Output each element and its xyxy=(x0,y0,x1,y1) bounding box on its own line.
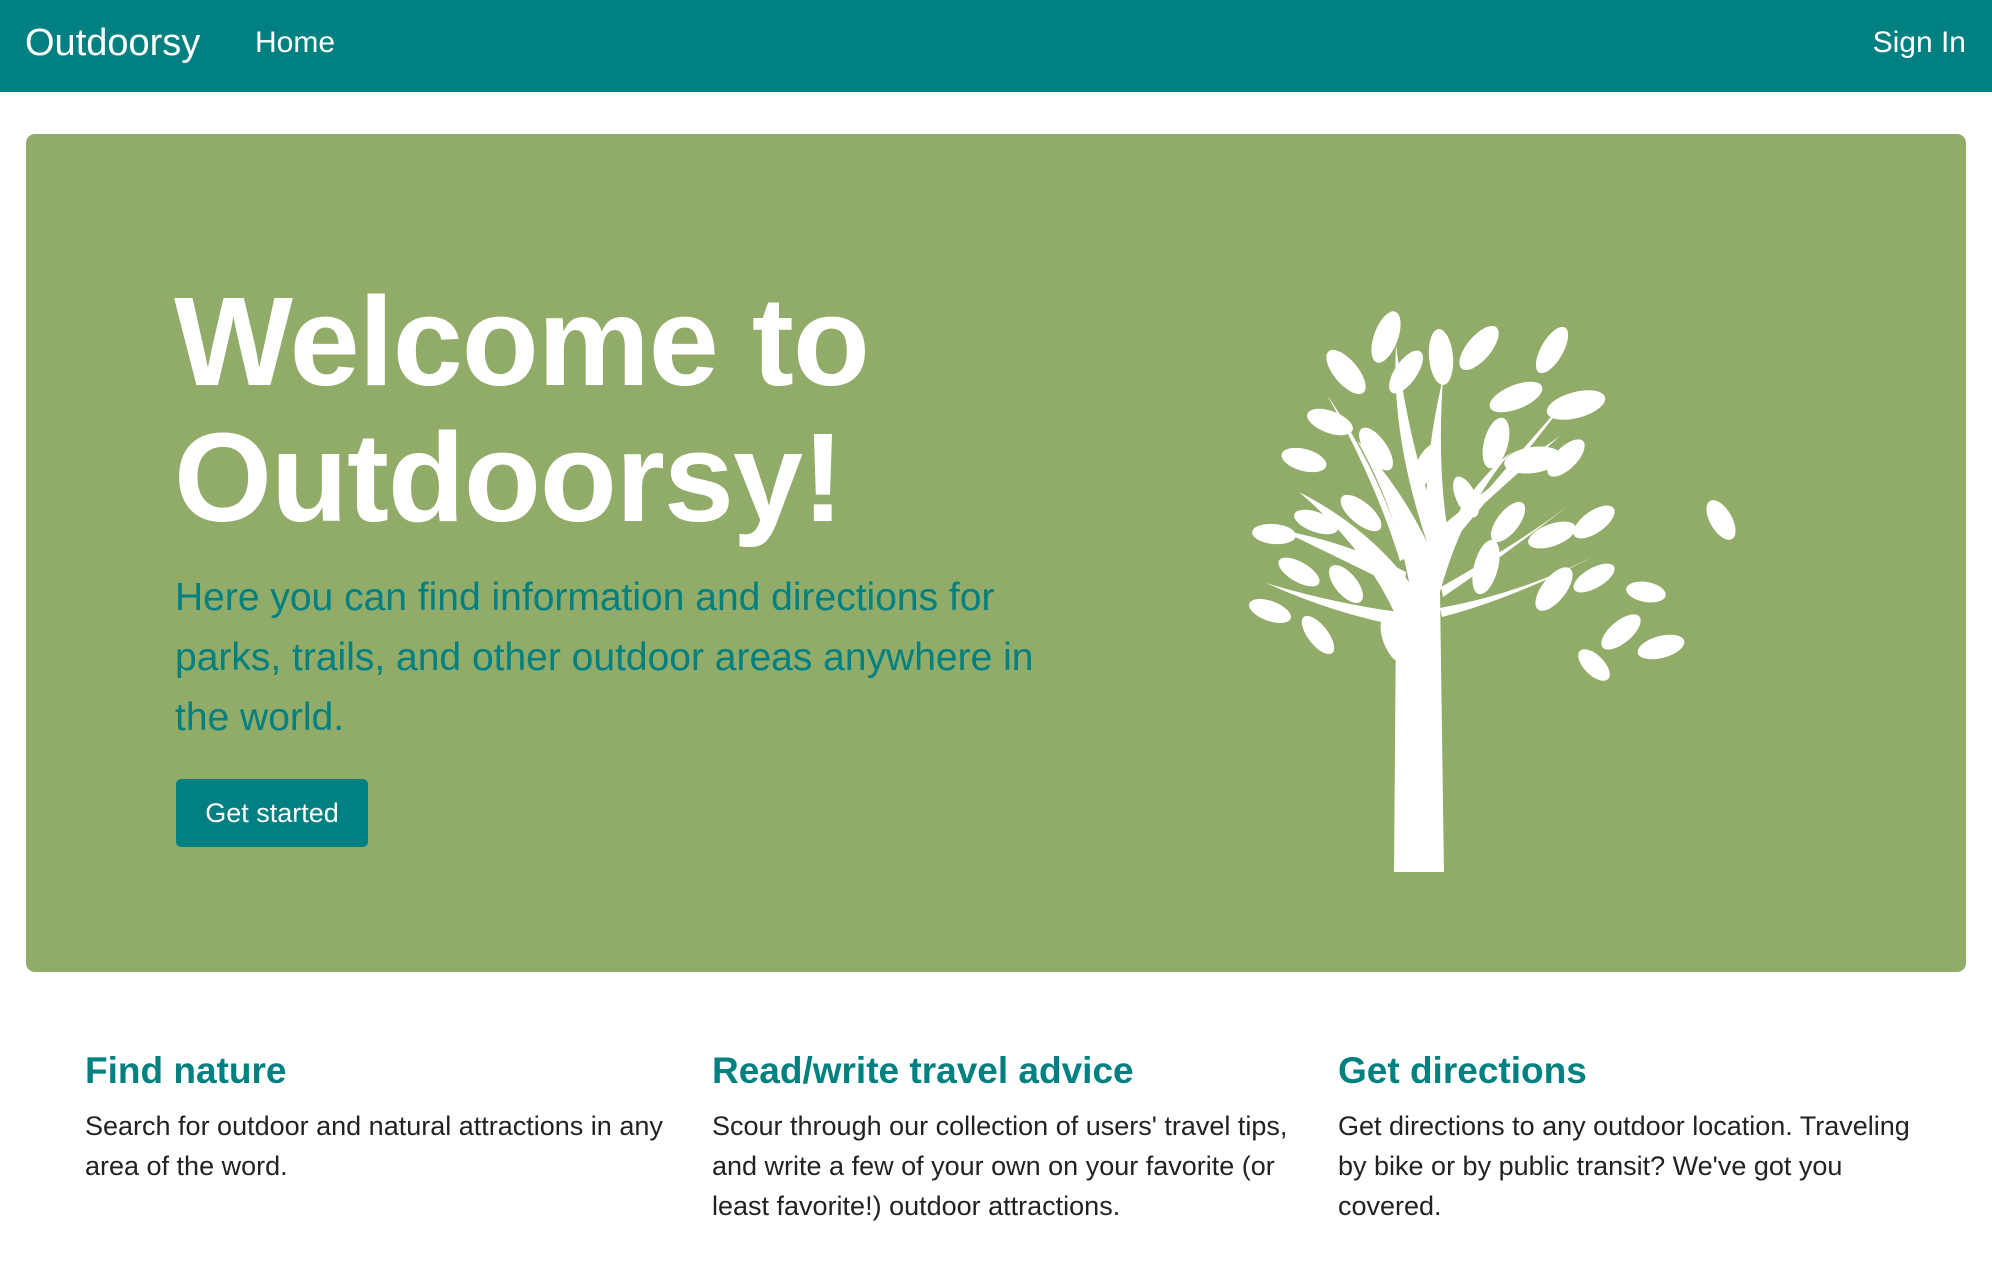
feature-text: Scour through our collection of users' t… xyxy=(712,1111,1288,1221)
tree-branch xyxy=(1440,556,1594,617)
get-started-button[interactable]: Get started xyxy=(176,779,368,847)
falling-leaf xyxy=(1626,581,1666,603)
feature-find-nature: Find nature Search for outdoor and natur… xyxy=(85,1048,665,1186)
nav-home-link[interactable]: Home xyxy=(255,24,335,62)
tree-icon xyxy=(1249,311,1736,872)
top-navbar: Outdoorsy Home Sign In xyxy=(0,0,1992,92)
hero-title-line-1: Welcome to xyxy=(174,271,870,412)
leaf-cluster xyxy=(1249,311,1685,662)
feature-title: Find nature xyxy=(85,1050,287,1091)
feature-text: Search for outdoor and natural attractio… xyxy=(85,1111,663,1181)
hero-title: Welcome to Outdoorsy! xyxy=(174,274,1074,546)
hero-title-line-2: Outdoorsy! xyxy=(174,407,844,548)
brand-link[interactable]: Outdoorsy xyxy=(25,20,200,66)
feature-get-directions: Get directions Get directions to any out… xyxy=(1338,1048,1918,1226)
feature-travel-advice: Read/write travel advice Scour through o… xyxy=(712,1048,1292,1226)
sign-in-link[interactable]: Sign In xyxy=(1873,24,1966,62)
feature-title: Read/write travel advice xyxy=(712,1050,1134,1091)
feature-text: Get directions to any outdoor location. … xyxy=(1338,1111,1910,1221)
feature-title: Get directions xyxy=(1338,1050,1587,1091)
falling-leaf xyxy=(1706,500,1736,540)
falling-leaf xyxy=(1578,649,1610,681)
hero-lead: Here you can find information and direct… xyxy=(175,576,1034,739)
hero-jumbotron: Welcome to Outdoorsy! Here you can find … xyxy=(26,134,1966,972)
